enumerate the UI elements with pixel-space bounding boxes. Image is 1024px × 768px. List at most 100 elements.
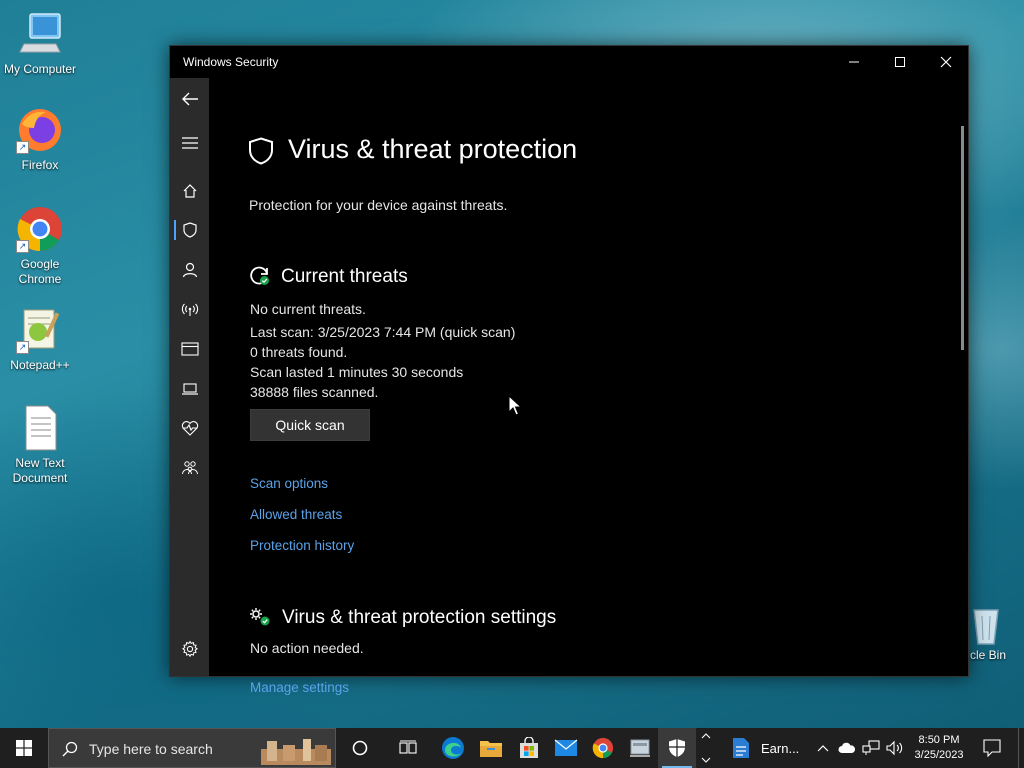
shield-icon <box>669 739 685 757</box>
tray-clock[interactable]: 8:50 PM 3/25/2023 <box>908 728 970 768</box>
text-file-icon <box>16 404 64 452</box>
page-subtitle: Protection for your device against threa… <box>249 197 508 213</box>
shortcut-arrow-icon: ↗ <box>16 240 29 253</box>
task-view-button[interactable] <box>388 728 428 768</box>
close-button[interactable] <box>923 46 969 78</box>
taskbar-document-app[interactable]: Earn... <box>724 728 810 768</box>
current-threats-status: No current threats. <box>250 301 366 317</box>
network-wired-icon <box>862 740 880 755</box>
quick-scan-button[interactable]: Quick scan <box>250 409 370 441</box>
taskbar-edge[interactable] <box>434 728 472 768</box>
desktop-icon-new-text-document[interactable]: New Text Document <box>0 404 80 486</box>
title-bar[interactable]: Windows Security <box>170 46 968 78</box>
nav-device-security[interactable] <box>170 370 209 408</box>
chrome-icon: ↗ <box>16 205 64 253</box>
shield-icon <box>182 222 197 238</box>
person-icon <box>182 262 197 278</box>
recycle-bin-icon <box>962 600 1010 648</box>
files-scanned-text: 38888 files scanned. <box>250 384 379 400</box>
last-scan-text: Last scan: 3/25/2023 7:44 PM (quick scan… <box>250 324 516 340</box>
taskbar-overflow-scroller[interactable] <box>698 728 714 768</box>
scan-options-link[interactable]: Scan options <box>250 476 328 491</box>
window-title: Windows Security <box>183 55 279 69</box>
taskbar-mail[interactable] <box>548 728 584 768</box>
show-hidden-icons-button[interactable] <box>814 728 832 768</box>
search-highlight-illustration-icon <box>261 739 331 765</box>
navigation-rail <box>170 78 209 676</box>
home-icon <box>183 184 196 198</box>
edge-icon <box>442 737 464 759</box>
taskbar-app-window[interactable] <box>622 728 658 768</box>
cortana-button[interactable] <box>340 728 380 768</box>
desktop-icon-my-computer[interactable]: My Computer <box>0 10 80 77</box>
action-center-button[interactable] <box>976 728 1008 768</box>
clock-date: 3/25/2023 <box>914 749 964 761</box>
tray-volume[interactable] <box>884 728 906 768</box>
shield-icon <box>249 137 273 165</box>
nav-virus-threat-protection[interactable] <box>170 211 209 249</box>
folder-icon <box>480 741 502 757</box>
taskbar-windows-security[interactable] <box>658 728 696 768</box>
tray-onedrive[interactable] <box>836 728 858 768</box>
firefox-icon: ↗ <box>16 106 64 154</box>
cloud-icon <box>838 742 856 753</box>
protection-settings-status: No action needed. <box>250 640 364 656</box>
manage-settings-link[interactable]: Manage settings <box>250 680 349 695</box>
taskbar-microsoft-store[interactable] <box>510 728 548 768</box>
tray-network[interactable] <box>860 728 882 768</box>
main-content: Virus & threat protection Protection for… <box>210 78 966 695</box>
speaker-volume-icon <box>886 740 903 756</box>
clock-time: 8:50 PM <box>918 734 960 746</box>
heart-pulse-icon <box>181 421 198 436</box>
minimize-button[interactable] <box>831 46 877 78</box>
nav-account-protection[interactable] <box>170 251 209 289</box>
search-placeholder: Type here to search <box>89 741 213 757</box>
scan-duration-text: Scan lasted 1 minutes 30 seconds <box>250 364 464 380</box>
protection-history-link[interactable]: Protection history <box>250 538 354 553</box>
page-title: Virus & threat protection <box>288 134 578 164</box>
taskbar-app-label: Earn... <box>761 740 800 756</box>
nav-app-browser-control[interactable] <box>170 330 209 368</box>
threats-found-text: 0 threats found. <box>250 344 348 360</box>
back-arrow-icon <box>181 92 198 106</box>
desktop-icon-label: Notepad++ <box>10 358 70 372</box>
desktop-icon-notepadpp[interactable]: ↗ Notepad++ <box>0 306 80 373</box>
taskbar: Type here to search Earn... 8:50 PM 3/25… <box>0 728 1024 768</box>
taskbar-chrome[interactable] <box>584 728 622 768</box>
current-threats-heading: Current threats <box>281 266 408 287</box>
vertical-scrollbar[interactable] <box>961 126 964 350</box>
windows-security-window: Windows Security Virus & threat protecti… <box>169 45 969 695</box>
chrome-icon <box>592 737 614 759</box>
nav-settings[interactable] <box>170 630 209 668</box>
wireless-signal-icon <box>181 303 198 316</box>
nav-firewall-network[interactable] <box>170 290 209 328</box>
search-icon <box>62 741 78 757</box>
desktop-icon-firefox[interactable]: ↗ Firefox <box>0 106 80 173</box>
notification-icon <box>983 739 1001 757</box>
nav-home[interactable] <box>170 172 209 210</box>
store-bag-icon <box>520 737 538 758</box>
family-icon <box>181 461 198 475</box>
show-desktop-button[interactable] <box>1018 728 1024 768</box>
desktop-icon-chrome[interactable]: ↗ Google Chrome <box>0 205 80 287</box>
windows-logo-icon <box>16 740 32 756</box>
desktop-icon-label: My Computer <box>3 62 77 76</box>
taskbar-search-box[interactable]: Type here to search <box>48 728 336 768</box>
start-button[interactable] <box>0 728 48 768</box>
settings-gears-icon <box>250 608 270 626</box>
document-icon <box>733 738 749 758</box>
mail-envelope-icon <box>554 739 578 756</box>
shortcut-arrow-icon: ↗ <box>16 141 29 154</box>
taskbar-file-explorer[interactable] <box>472 728 510 768</box>
protection-settings-heading: Virus & threat protection settings <box>282 607 557 628</box>
computer-icon <box>16 10 64 58</box>
back-button[interactable] <box>170 80 209 118</box>
nav-family-options[interactable] <box>170 449 209 487</box>
allowed-threats-link[interactable]: Allowed threats <box>250 507 342 522</box>
menu-button[interactable] <box>170 124 209 162</box>
scan-refresh-icon <box>250 266 269 285</box>
nav-device-performance-health[interactable] <box>170 409 209 447</box>
app-window-icon <box>630 739 650 757</box>
desktop-icon-label: New Text Document <box>12 456 68 485</box>
maximize-button[interactable] <box>877 46 923 78</box>
